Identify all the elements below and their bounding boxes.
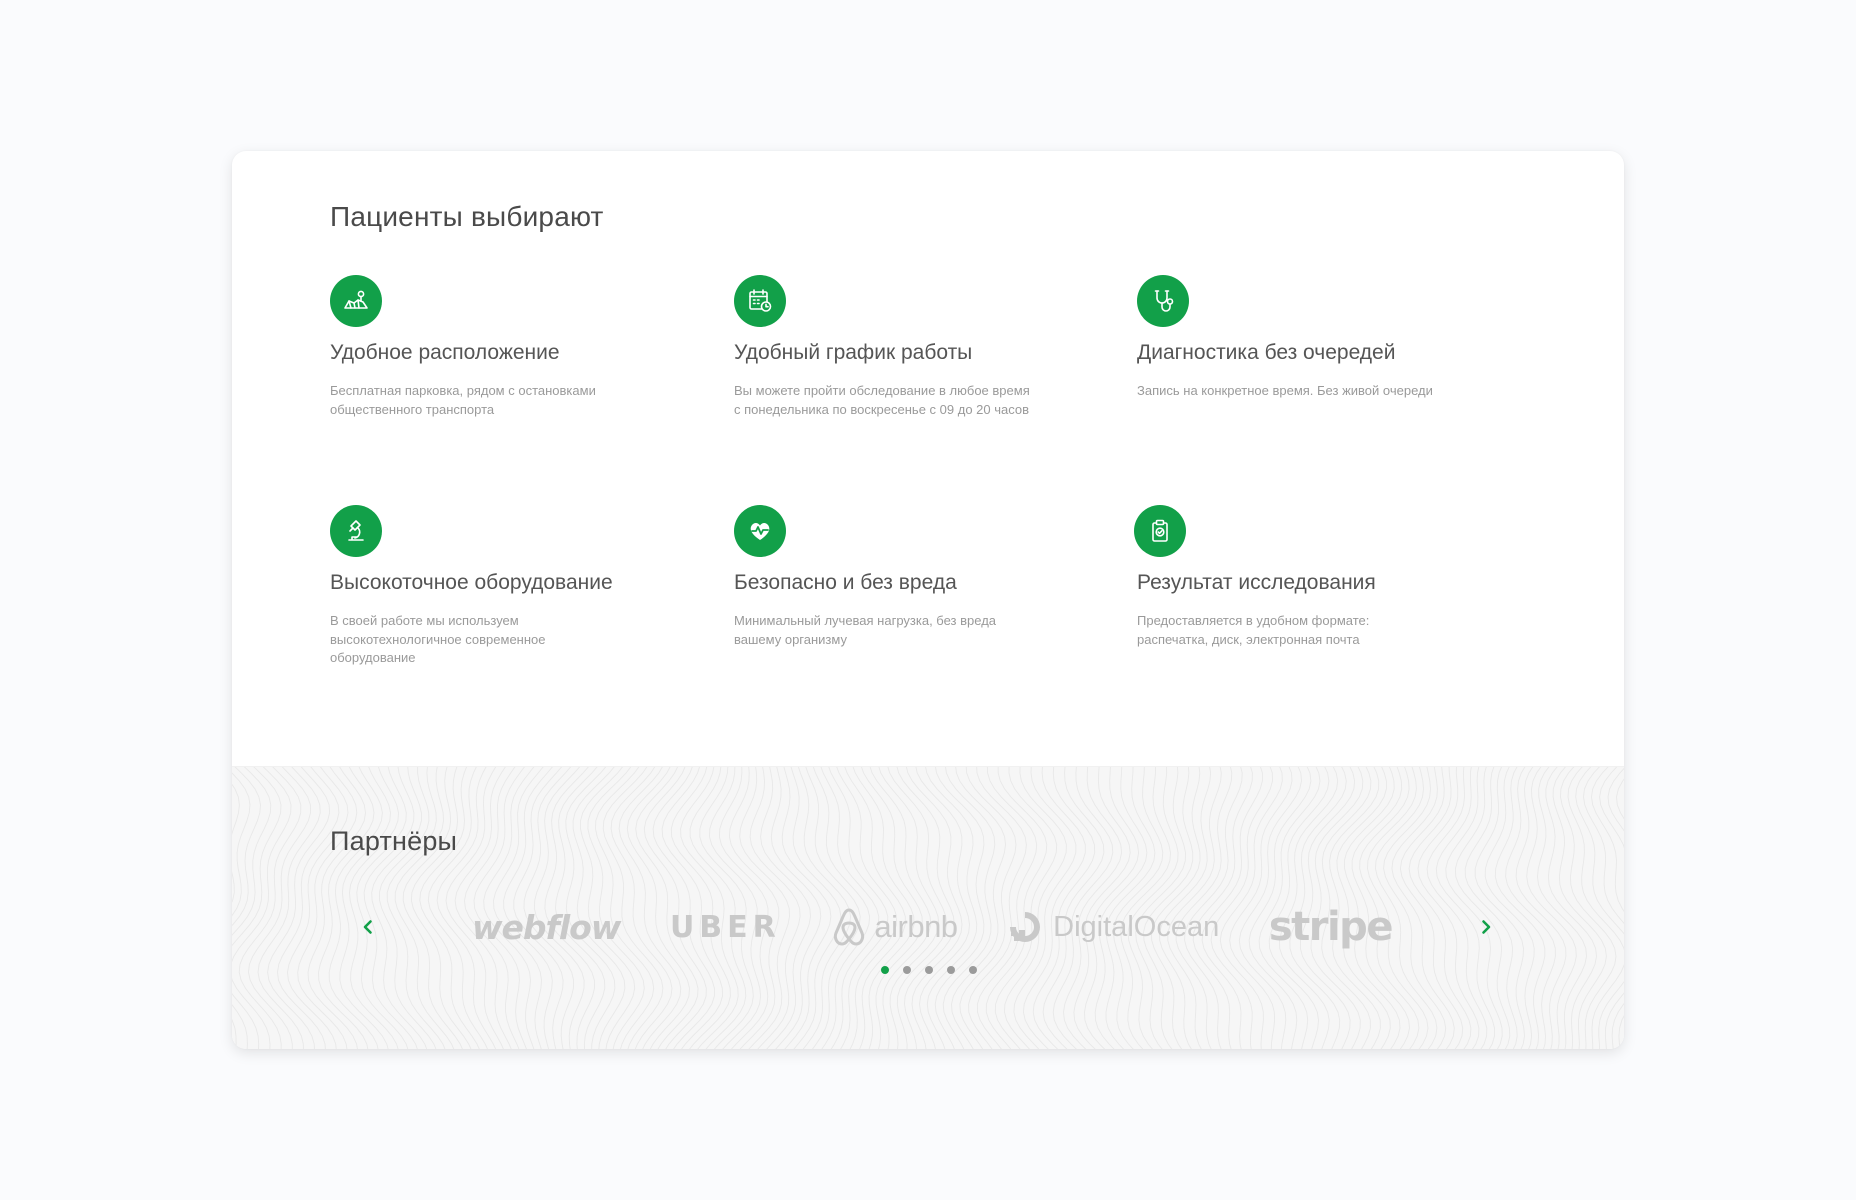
carousel-next-button[interactable] xyxy=(1468,909,1504,945)
feature-title: Высокоточное оборудование xyxy=(330,571,613,594)
feature-no-queue: Диагностика без очередей Запись на конкр… xyxy=(1137,275,1477,401)
pagination-dot-4[interactable] xyxy=(947,966,955,974)
partner-logo-airbnb[interactable]: airbnb xyxy=(830,906,958,948)
chevron-left-icon xyxy=(363,920,372,934)
partner-logo-webflow[interactable]: webflow xyxy=(472,907,621,947)
feature-description: В своей работе мы используем высокотехно… xyxy=(330,613,546,665)
logo-text: UBER xyxy=(669,909,781,945)
feature-description: Бесплатная парковка, рядом с остановками… xyxy=(330,383,596,417)
logo-text: DigitalOcean xyxy=(1053,910,1220,943)
carousel-pagination xyxy=(232,966,1624,974)
pagination-dot-2[interactable] xyxy=(903,966,911,974)
calendar-clock-icon xyxy=(734,275,786,327)
partners-section: Партнёры webflow UBER airbnb DigitalOcea… xyxy=(232,766,1624,1049)
stethoscope-icon xyxy=(1137,275,1189,327)
feature-equipment: Высокоточное оборудование В своей работе… xyxy=(330,505,670,668)
feature-description: Минимальный лучевая нагрузка, без вреда … xyxy=(734,613,997,647)
section-title-patients: Пациенты выбирают xyxy=(330,201,604,232)
feature-location: Удобное расположение Бесплатная парковка… xyxy=(330,275,670,419)
feature-safe: Безопасно и без вреда Минимальный лучева… xyxy=(734,505,1074,649)
feature-result: Результат исследования Предоставляется в… xyxy=(1134,505,1477,649)
feature-title: Удобный график работы xyxy=(734,341,973,364)
feature-title: Удобное расположение xyxy=(330,341,560,364)
carousel-prev-button[interactable] xyxy=(350,909,386,945)
why-choose-card: Пациенты выбирают Удобное расположение Б… xyxy=(232,151,1624,1049)
digitalocean-icon xyxy=(1010,912,1041,942)
feature-title: Результат исследования xyxy=(1137,571,1376,594)
section-title-partners: Партнёры xyxy=(330,826,458,856)
clipboard-check-icon xyxy=(1134,505,1186,557)
partner-logos: webflow UBER airbnb DigitalOcean stripe xyxy=(472,892,1394,962)
feature-description: Вы можете пройти обследование в любое вр… xyxy=(734,383,1030,417)
feature-schedule: Удобный график работы Вы можете пройти о… xyxy=(734,275,1074,419)
partner-logo-uber[interactable]: UBER xyxy=(670,910,781,945)
logo-text: stripe xyxy=(1268,904,1394,950)
feature-title: Безопасно и без вреда xyxy=(734,571,957,594)
feature-description: Запись на конкретное время. Без живой оч… xyxy=(1137,383,1433,398)
feature-title: Диагностика без очередей xyxy=(1137,341,1396,364)
map-pin-icon xyxy=(330,275,382,327)
pagination-dot-1[interactable] xyxy=(881,966,889,974)
airbnb-icon xyxy=(834,908,865,946)
heart-pulse-icon xyxy=(734,505,786,557)
feature-description: Предоставляется в удобном формате: распе… xyxy=(1137,613,1370,647)
partner-logo-stripe[interactable]: stripe xyxy=(1268,904,1394,950)
pagination-dot-5[interactable] xyxy=(969,966,977,974)
microscope-icon xyxy=(330,505,382,557)
chevron-right-icon xyxy=(1482,920,1491,934)
logo-text: airbnb xyxy=(874,909,958,944)
features-section: Пациенты выбирают Удобное расположение Б… xyxy=(232,151,1624,766)
logo-text: webflow xyxy=(472,907,621,947)
partner-logo-digitalocean[interactable]: DigitalOcean xyxy=(1007,909,1219,945)
pagination-dot-3[interactable] xyxy=(925,966,933,974)
